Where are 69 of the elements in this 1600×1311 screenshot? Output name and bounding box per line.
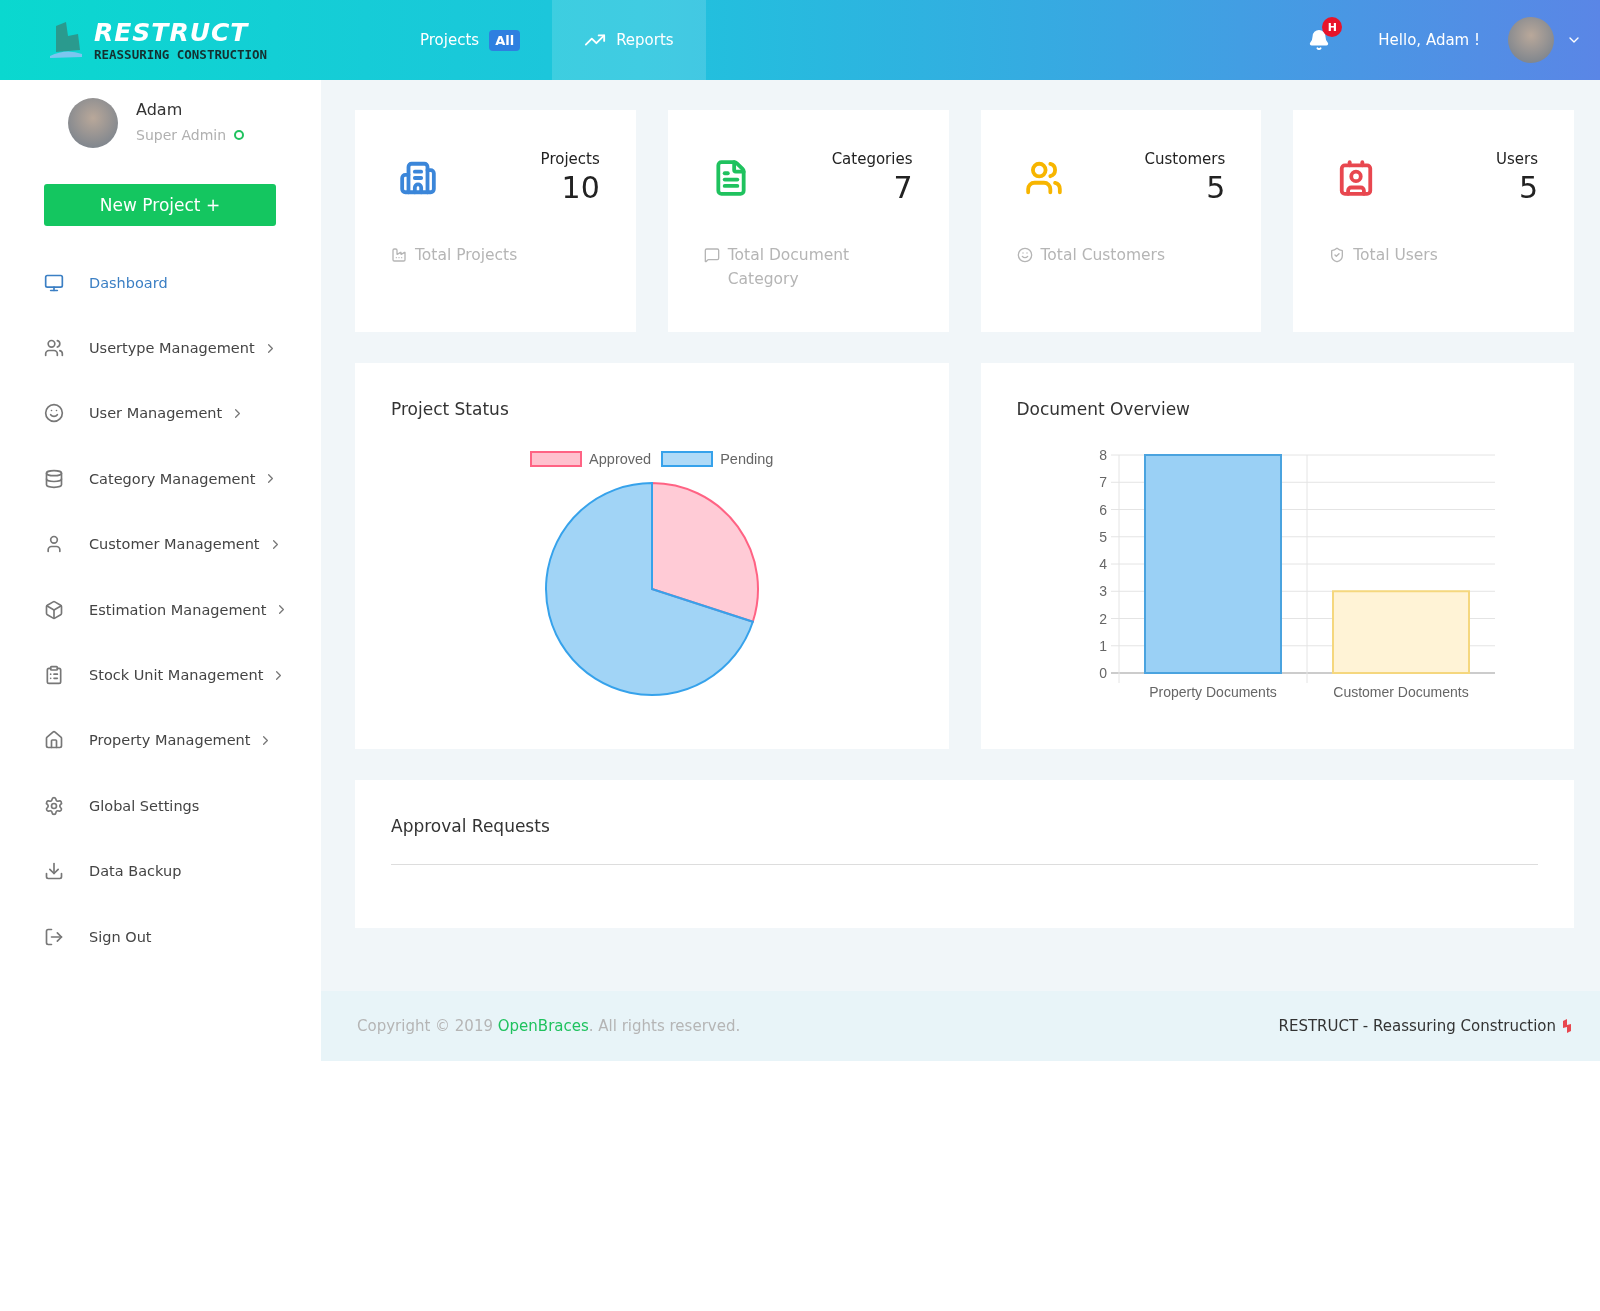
- axis-label: 8: [1098, 447, 1107, 463]
- sidebar-item[interactable]: Usertype Management: [44, 315, 321, 381]
- copyright-text: Copyright © 2019 OpenBraces. All rights reserved.: [357, 1017, 741, 1035]
- menu-icon: [44, 730, 64, 751]
- axis-label: 4: [1098, 556, 1107, 572]
- sidebar-item[interactable]: Property Management: [44, 707, 321, 774]
- bell-icon[interactable]: [1308, 29, 1331, 51]
- menu-icon: [44, 468, 64, 489]
- card-title: Project Status: [391, 399, 510, 419]
- logo-name: RESTRUCT: [94, 18, 250, 47]
- menu-icon: [44, 338, 64, 359]
- stat-caption: Total Projects: [415, 245, 518, 266]
- sidebar-item[interactable]: Dashboard: [44, 250, 321, 316]
- sidebar-item[interactable]: Category Management: [44, 446, 321, 512]
- sidebar-item[interactable]: Data Backup: [44, 838, 321, 904]
- legend-label: Pending: [720, 451, 774, 467]
- sidebar-item[interactable]: Estimation Management: [44, 576, 321, 643]
- nav-tab[interactable]: Projects All: [388, 0, 553, 80]
- caption-icon: [1329, 247, 1346, 263]
- caption-icon: [703, 247, 720, 263]
- sidebar-item[interactable]: Customer Management: [44, 511, 321, 577]
- stat-caption: Total Customers: [1040, 245, 1165, 266]
- axis-label: 6: [1098, 501, 1107, 518]
- axis-label: Property Documents: [1148, 684, 1277, 700]
- card-title: Approval Requests: [391, 816, 551, 836]
- stat-caption: Total Users: [1353, 245, 1438, 266]
- stat-value: 5: [1518, 170, 1538, 205]
- profile-name: Adam: [136, 100, 184, 119]
- axis-label: 5: [1098, 528, 1107, 545]
- logo-icon: [1562, 1019, 1572, 1033]
- legend-label: Approved: [589, 451, 652, 467]
- nav-tab-label: Reports: [616, 31, 674, 49]
- nav-badge: All: [489, 29, 521, 51]
- menu-icon: [44, 665, 64, 686]
- stat-value: 10: [561, 170, 600, 205]
- card-title: Document Overview: [1016, 399, 1191, 419]
- menu-icon: [44, 861, 64, 882]
- axis-label: 0: [1098, 665, 1107, 681]
- axis-label: 2: [1098, 610, 1107, 627]
- sidebar-item[interactable]: User Management: [44, 380, 321, 447]
- axis-label: 7: [1098, 474, 1107, 491]
- stat-caption: Total Document Category: [727, 245, 851, 290]
- avatar: [68, 98, 118, 148]
- axis-label: 3: [1098, 583, 1107, 600]
- nav-tab-label: Projects: [420, 31, 480, 49]
- caption-icon: [391, 247, 407, 263]
- axis-label: 1: [1098, 637, 1107, 654]
- sidebar-item[interactable]: Global Settings: [44, 773, 321, 839]
- sidebar-item[interactable]: Stock Unit Management: [44, 642, 321, 708]
- greeting: Hello, Adam !: [1378, 31, 1480, 49]
- sidebar-item[interactable]: Sign Out: [44, 903, 321, 970]
- menu-icon: [44, 534, 64, 555]
- logo-tagline: REASSURING CONSTRUCTION: [94, 46, 268, 62]
- menu-icon: [44, 795, 64, 816]
- stat-title: Users: [1496, 150, 1538, 168]
- stat-title: Customers: [1144, 150, 1226, 168]
- axis-label: Customer Documents: [1332, 684, 1469, 700]
- caption-icon: [1016, 247, 1033, 263]
- notification-badge: H: [1322, 17, 1343, 37]
- stat-title: Categories: [831, 150, 913, 168]
- brand-text: RESTRUCT - Reassuring Construction: [1278, 1017, 1556, 1035]
- menu-icon: [44, 403, 64, 424]
- profile-role: Super Admin: [136, 127, 227, 143]
- stat-title: Projects: [540, 150, 600, 168]
- menu-icon: [44, 599, 64, 620]
- stat-value: 5: [1206, 170, 1226, 205]
- menu-icon: [44, 272, 64, 293]
- menu-icon: [44, 926, 64, 947]
- stat-value: 7: [893, 170, 913, 205]
